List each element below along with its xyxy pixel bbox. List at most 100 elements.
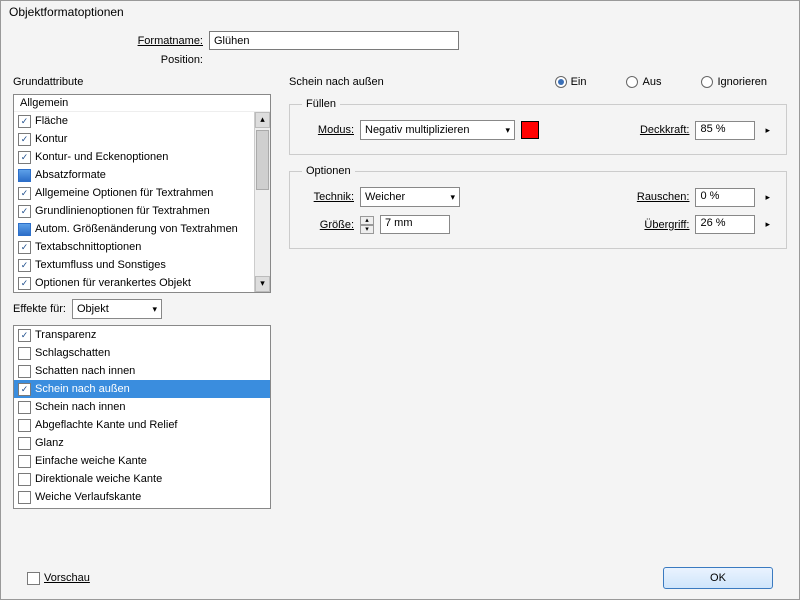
list-item[interactable]: Allgemeine Optionen für Textrahmen (14, 184, 254, 202)
list-item[interactable]: Einfache weiche Kante (14, 452, 270, 470)
uebergriff-input[interactable]: 26 % (695, 215, 755, 234)
effekte-label: Effekte für: (13, 303, 66, 315)
list-item-label: Allgemeine Optionen für Textrahmen (35, 187, 213, 199)
list-header-allgemein[interactable]: Allgemein (14, 95, 270, 112)
chevron-down-icon (505, 124, 510, 136)
list-item[interactable]: Schein nach innen (14, 398, 270, 416)
checkbox-icon[interactable] (18, 169, 31, 182)
checkbox-icon[interactable] (18, 329, 31, 342)
list-item[interactable]: Fläche (14, 112, 254, 130)
checkbox-icon[interactable] (18, 365, 31, 378)
list-item[interactable]: Kontur- und Eckenoptionen (14, 148, 254, 166)
list-item-label: Absatzformate (35, 169, 106, 181)
arrow-right-icon[interactable]: ▸ (761, 192, 774, 203)
top-form: Formatname: Position: (123, 31, 787, 66)
checkbox-icon (27, 572, 40, 585)
radio-ignorieren[interactable]: Ignorieren (701, 76, 767, 88)
uebergriff-label: Übergriff: (644, 219, 689, 231)
dialog-window: Objektformatoptionen Formatname: Positio… (0, 0, 800, 600)
effekte-list[interactable]: Transparenz Schlagschatten Schatten nach i… (13, 325, 271, 509)
list-item-label: Fläche (35, 115, 68, 127)
technik-value: Weicher (365, 191, 405, 203)
rauschen-input[interactable]: 0 % (695, 188, 755, 207)
panel-title: Schein nach außen (289, 76, 384, 88)
ok-button[interactable]: OK (663, 567, 773, 589)
scroll-up-icon[interactable]: ▴ (255, 112, 270, 128)
radio-dot-icon (701, 76, 713, 88)
arrow-right-icon[interactable]: ▸ (761, 125, 774, 136)
list-item-label: Schlagschatten (35, 347, 110, 359)
list-item[interactable]: Schein nach außen (14, 380, 270, 398)
list-item[interactable]: Abgeflachte Kante und Relief (14, 416, 270, 434)
rauschen-label: Rauschen: (637, 191, 690, 203)
fuellen-group: Füllen Modus: Negativ multiplizieren Dec… (289, 98, 787, 155)
modus-label: Modus: (302, 124, 354, 136)
optionen-legend: Optionen (302, 165, 355, 177)
vorschau-checkbox[interactable]: Vorschau (27, 572, 90, 585)
checkbox-icon[interactable] (18, 419, 31, 432)
list-item[interactable]: Kontur (14, 130, 254, 148)
groesse-label: Größe: (302, 219, 354, 231)
list-item-label: Schein nach außen (35, 383, 130, 395)
checkbox-icon[interactable] (18, 277, 31, 290)
grundattribute-label: Grundattribute (13, 76, 271, 88)
groesse-input[interactable]: 7 mm (380, 215, 450, 234)
list-item-label: Optionen für verankertes Objekt (35, 277, 191, 289)
checkbox-icon[interactable] (18, 437, 31, 450)
list-item-label: Einfache weiche Kante (35, 455, 147, 467)
checkbox-icon[interactable] (18, 241, 31, 254)
checkbox-icon[interactable] (18, 205, 31, 218)
checkbox-icon[interactable] (18, 491, 31, 504)
list-item[interactable]: Autom. Größenänderung von Textrahmen (14, 220, 254, 238)
list-item-label: Schatten nach innen (35, 365, 135, 377)
bottom-bar: Vorschau OK (13, 561, 787, 595)
position-label: Position: (123, 54, 203, 66)
checkbox-icon[interactable] (18, 383, 31, 396)
formatname-input[interactable] (209, 31, 459, 50)
technik-label: Technik: (302, 191, 354, 203)
scroll-thumb[interactable] (256, 130, 269, 190)
deckkraft-input[interactable]: 85 % (695, 121, 755, 140)
checkbox-icon[interactable] (18, 347, 31, 360)
fuellen-legend: Füllen (302, 98, 340, 110)
checkbox-icon[interactable] (18, 133, 31, 146)
color-swatch[interactable] (521, 121, 539, 139)
list-item[interactable]: Schlagschatten (14, 344, 270, 362)
technik-select[interactable]: Weicher (360, 187, 460, 207)
groesse-spinner[interactable]: ▴▾ (360, 216, 374, 234)
checkbox-icon[interactable] (18, 151, 31, 164)
checkbox-icon[interactable] (18, 223, 31, 236)
scroll-down-icon[interactable]: ▾ (255, 276, 270, 292)
radio-ein[interactable]: Ein (555, 76, 587, 88)
list-item[interactable]: Weiche Verlaufskante (14, 488, 270, 506)
checkbox-icon[interactable] (18, 115, 31, 128)
scrollbar[interactable]: ▴ ▾ (254, 112, 270, 292)
list-item[interactable]: Optionen für verankertes Objekt (14, 274, 254, 292)
list-item[interactable]: Schatten nach innen (14, 362, 270, 380)
list-item[interactable]: Textabschnittoptionen (14, 238, 254, 256)
list-item-label: Weiche Verlaufskante (35, 491, 141, 503)
radio-aus[interactable]: Aus (626, 76, 661, 88)
checkbox-icon[interactable] (18, 259, 31, 272)
list-item[interactable]: Transparenz (14, 326, 270, 344)
list-item[interactable]: Textumfluss und Sonstiges (14, 256, 254, 274)
checkbox-icon[interactable] (18, 473, 31, 486)
dialog-title: Objektformatoptionen (1, 1, 799, 23)
checkbox-icon[interactable] (18, 455, 31, 468)
checkbox-icon[interactable] (18, 187, 31, 200)
grundattribute-list[interactable]: Allgemein Fläche Kontur Kontur- und Eckeno… (13, 94, 271, 293)
checkbox-icon[interactable] (18, 401, 31, 414)
arrow-right-icon[interactable]: ▸ (761, 219, 774, 230)
deckkraft-label: Deckkraft: (640, 124, 690, 136)
radio-dot-icon (626, 76, 638, 88)
list-item[interactable]: Glanz (14, 434, 270, 452)
list-item-label: Kontur- und Eckenoptionen (35, 151, 168, 163)
list-item[interactable]: Grundlinienoptionen für Textrahmen (14, 202, 254, 220)
list-item-label: Textumfluss und Sonstiges (35, 259, 166, 271)
list-item-label: Glanz (35, 437, 64, 449)
modus-select[interactable]: Negativ multiplizieren (360, 120, 515, 140)
list-item[interactable]: Direktionale weiche Kante (14, 470, 270, 488)
effekte-select[interactable]: Objekt (72, 299, 162, 319)
radio-dot-icon (555, 76, 567, 88)
list-item[interactable]: Absatzformate (14, 166, 254, 184)
